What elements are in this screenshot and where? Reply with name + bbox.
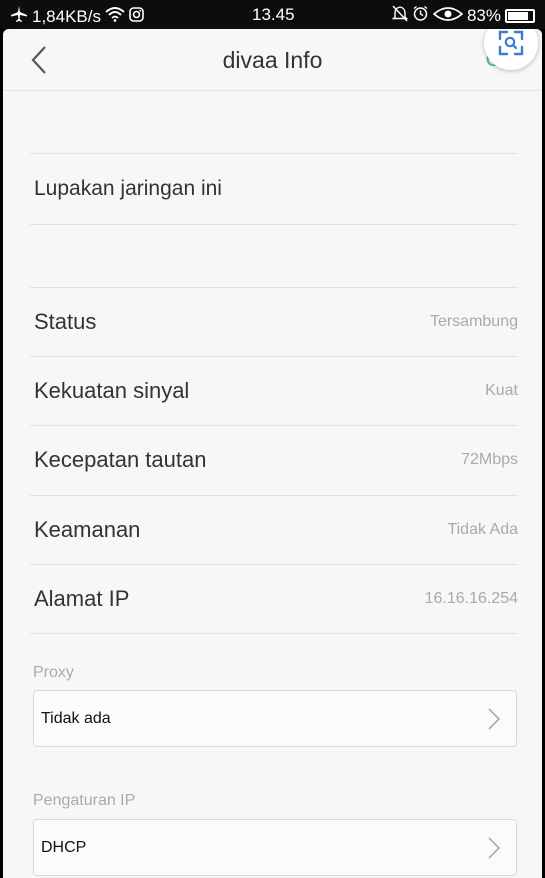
status-bar-left: 1,84KB/s (10, 5, 144, 28)
wifi-info-screen: divaa Info OK Lupakan jaringan ini Statu… (3, 29, 542, 878)
wifi-icon (105, 6, 125, 27)
signal-strength-value: Kuat (485, 382, 518, 399)
chevron-right-icon (488, 708, 501, 730)
security-value: Tidak Ada (447, 521, 518, 538)
forget-network-button[interactable]: Lupakan jaringan ini (34, 177, 222, 201)
status-label: Status (34, 309, 97, 334)
link-speed-value: 72Mbps (461, 451, 518, 468)
page-title: divaa Info (222, 47, 323, 73)
airplane-icon (10, 5, 28, 28)
signal-strength-label: Kekuatan sinyal (34, 378, 190, 403)
header-bar: divaa Info OK (3, 29, 542, 91)
battery-level (508, 12, 528, 20)
proxy-select[interactable]: Tidak ada (33, 690, 517, 747)
proxy-section-label: Proxy (33, 664, 74, 681)
status-time: 13.45 (252, 5, 295, 24)
ip-settings-select[interactable]: DHCP (33, 819, 517, 876)
chevron-right-icon (488, 837, 501, 859)
info-row-security: Keamanan Tidak Ada (30, 496, 518, 564)
divider (30, 224, 518, 225)
network-speed: 1,84KB/s (32, 6, 101, 26)
security-label: Keamanan (34, 517, 141, 542)
info-row-link-speed: Kecepatan tautan 72Mbps (30, 426, 518, 494)
screenshot-scan-icon (498, 30, 524, 56)
status-bar-right: 83% (391, 5, 535, 27)
ip-settings-selected-value: DHCP (41, 838, 87, 856)
silent-icon (391, 5, 409, 27)
divider (30, 153, 518, 154)
battery-percent: 83% (466, 6, 501, 25)
ip-address-label: Alamat IP (34, 586, 130, 611)
status-bar: 1,84KB/s 13.45 83% (0, 0, 545, 29)
ip-settings-section-label: Pengaturan IP (33, 792, 136, 809)
link-speed-label: Kecepatan tautan (34, 447, 207, 472)
info-row-ip-address: Alamat IP 16.16.16.254 (30, 565, 518, 633)
proxy-selected-value: Tidak ada (41, 709, 111, 727)
battery-icon (505, 9, 535, 23)
status-value: Tersambung (429, 313, 518, 330)
alarm-icon (412, 5, 429, 27)
instagram-icon (129, 6, 144, 27)
info-row-status: Status Tersambung (30, 288, 518, 356)
ip-address-value: 16.16.16.254 (424, 590, 518, 607)
eye-icon (432, 6, 464, 27)
info-row-signal-strength: Kekuatan sinyal Kuat (30, 357, 518, 425)
divider (30, 633, 518, 634)
